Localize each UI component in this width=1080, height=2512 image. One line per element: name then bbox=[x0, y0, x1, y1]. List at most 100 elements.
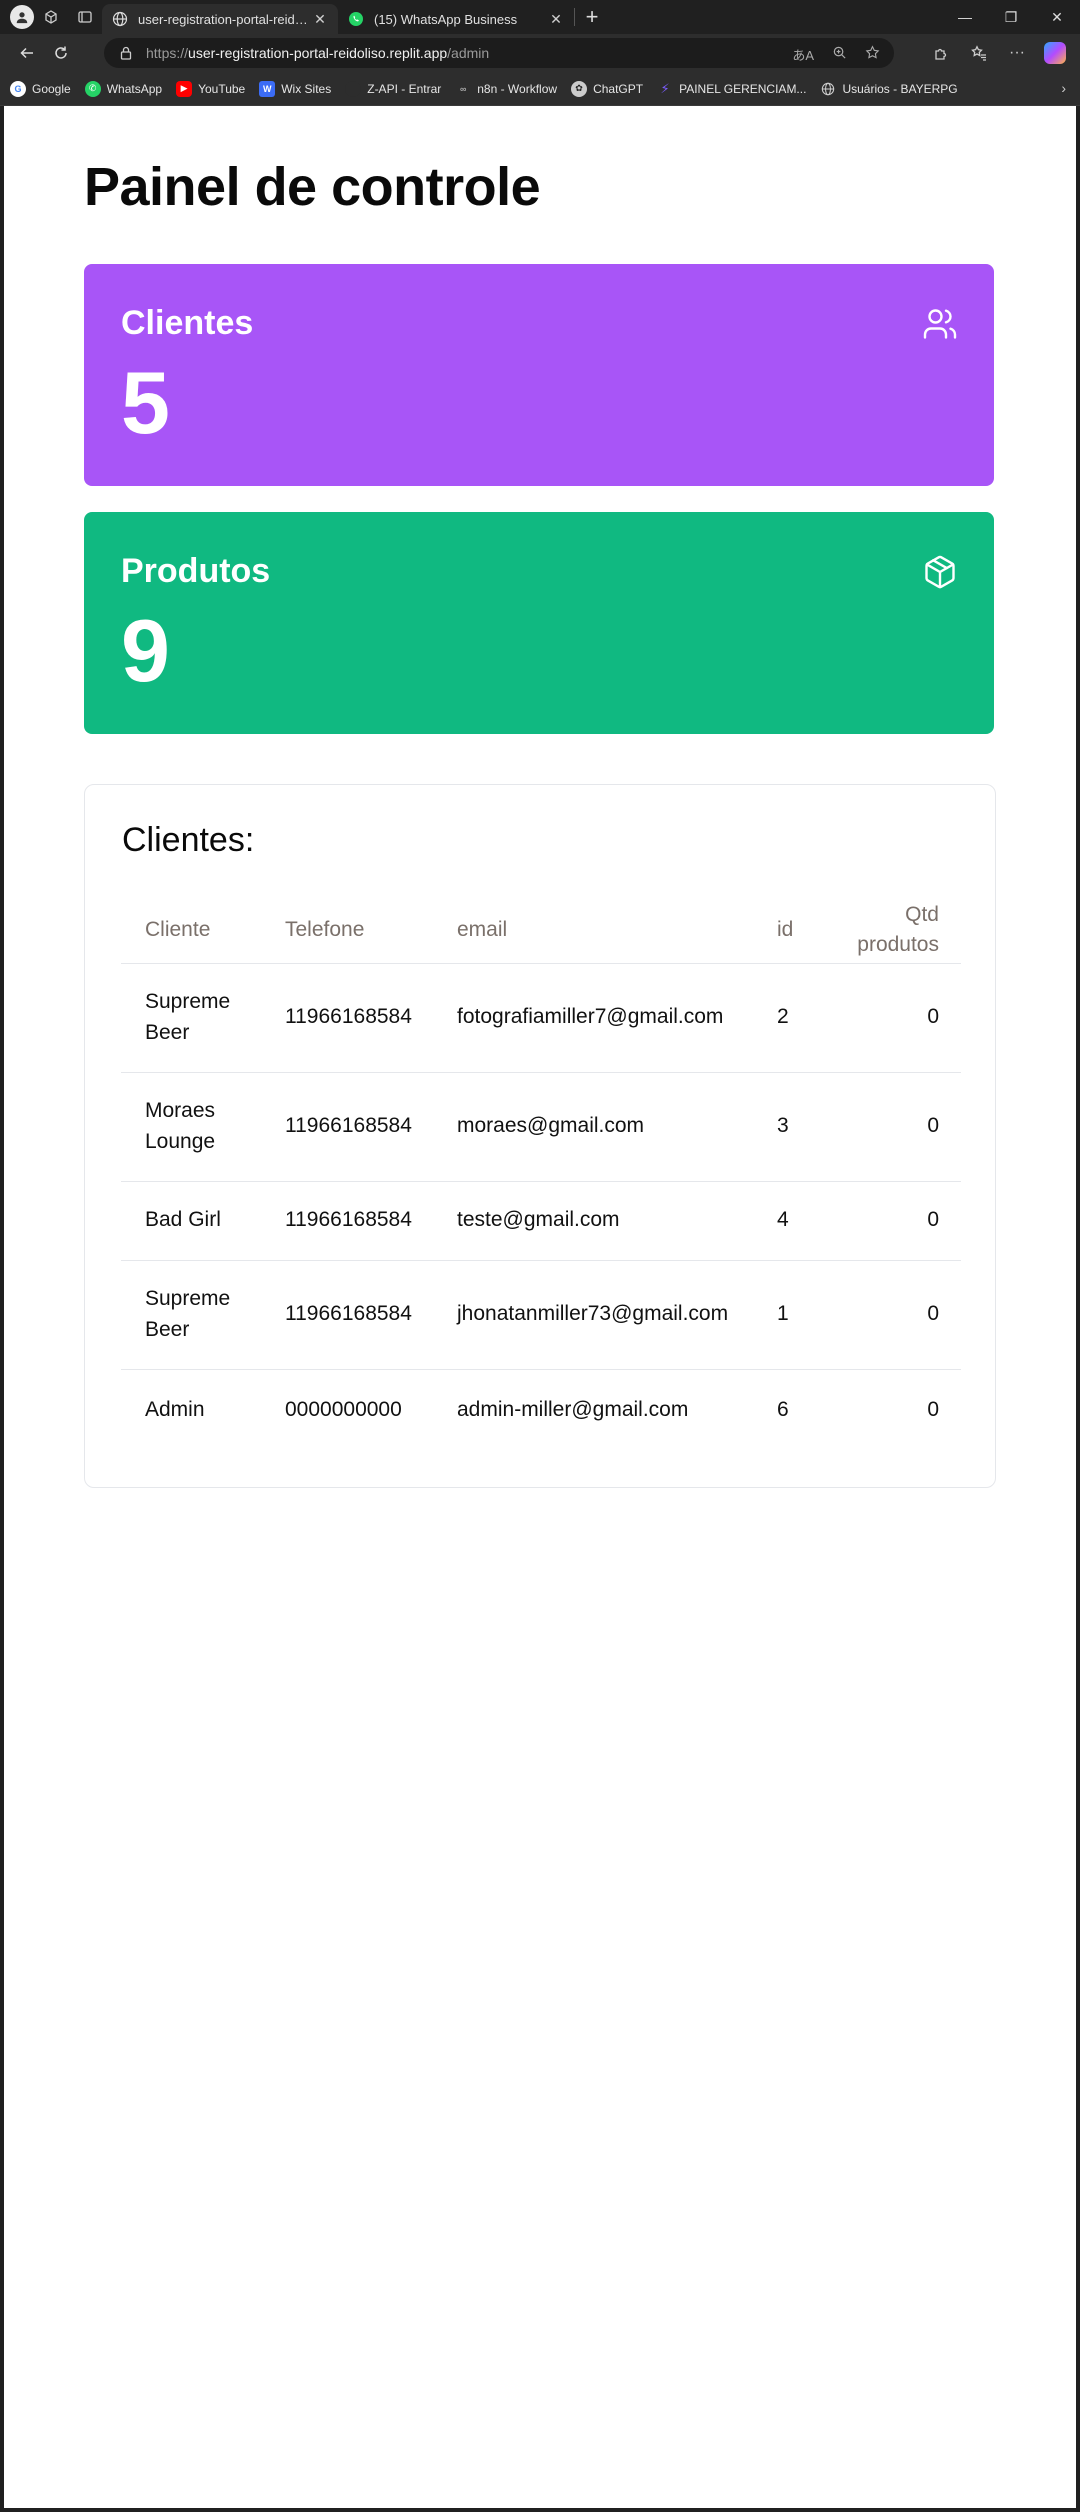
profile-avatar-icon[interactable] bbox=[10, 5, 34, 29]
translate-icon[interactable]: あA bbox=[792, 45, 814, 64]
bookmark-n8n[interactable]: ∞ n8n - Workflow bbox=[455, 81, 557, 97]
package-icon bbox=[925, 555, 955, 589]
tab-actions-icon[interactable] bbox=[68, 0, 102, 34]
more-options-icon[interactable]: ··· bbox=[1000, 36, 1034, 70]
table-row: Admin 0000000000 admin-miller@gmail.com … bbox=[121, 1369, 961, 1451]
bookmark-painel[interactable]: ⚡ PAINEL GERENCIAM... bbox=[657, 80, 807, 97]
whatsapp-icon bbox=[348, 11, 364, 27]
tab-admin-portal[interactable]: user-registration-portal-reidoliso.repli… bbox=[102, 4, 338, 34]
products-stat-card: Produtos 9 bbox=[84, 512, 994, 734]
cell-cliente: Bad Girl bbox=[121, 1181, 261, 1261]
refresh-icon[interactable] bbox=[44, 36, 78, 70]
column-header-qtd-produtos: Qtd produtos bbox=[823, 897, 961, 964]
bookmark-label: Wix Sites bbox=[281, 81, 332, 96]
globe-icon bbox=[820, 81, 836, 97]
bookmark-youtube[interactable]: ▶ YouTube bbox=[176, 80, 246, 97]
cell-email: fotografiamiller7@gmail.com bbox=[433, 963, 753, 1073]
bookmark-wix[interactable]: W Wix Sites bbox=[259, 80, 332, 97]
column-header-email: email bbox=[433, 897, 753, 964]
url-host: user-registration-portal-reidoliso.repli… bbox=[188, 45, 448, 61]
whatsapp-icon: ✆ bbox=[84, 80, 101, 97]
cell-id: 6 bbox=[777, 1398, 789, 1422]
window-controls: — ❐ ✕ bbox=[942, 0, 1080, 34]
workspaces-icon[interactable] bbox=[34, 0, 68, 34]
cell-qtd-produtos: 0 bbox=[823, 1072, 961, 1182]
bookmarks-bar: G Google ✆ WhatsApp ▶ YouTube W Wix Site… bbox=[0, 72, 1080, 106]
bookmark-whatsapp[interactable]: ✆ WhatsApp bbox=[84, 80, 163, 97]
cell-telefone: 11966168584 bbox=[261, 1181, 433, 1261]
cell-telefone: 11966168584 bbox=[261, 1260, 433, 1370]
close-tab-icon[interactable]: ✕ bbox=[312, 11, 328, 27]
table-row: Moraes Lounge 11966168584 moraes@gmail.c… bbox=[121, 1072, 961, 1182]
products-stat-value: 9 bbox=[121, 601, 170, 700]
products-stat-label: Produtos bbox=[121, 552, 271, 590]
url-path: /admin bbox=[447, 45, 490, 61]
column-header-cliente: Cliente bbox=[121, 897, 261, 964]
cell-cliente: Supreme Beer bbox=[121, 1260, 261, 1370]
favorites-icon[interactable] bbox=[962, 36, 996, 70]
cell-id: 4 bbox=[753, 1181, 823, 1261]
table-header-row: Cliente Telefone email id Qtd produtos bbox=[121, 897, 961, 964]
close-window-icon[interactable]: ✕ bbox=[1034, 0, 1080, 34]
cell-qtd-produtos: 0 bbox=[823, 1181, 961, 1261]
bookmark-label: ChatGPT bbox=[593, 81, 644, 96]
url-scheme: https:// bbox=[146, 45, 189, 61]
chevron-right-icon[interactable]: › bbox=[1061, 80, 1066, 96]
bookmark-usuarios[interactable]: Usuários - BAYERPG bbox=[820, 81, 958, 97]
table-row: Bad Girl 11966168584 teste@gmail.com 4 0 bbox=[121, 1181, 961, 1261]
bookmark-google[interactable]: G Google bbox=[10, 80, 71, 97]
tab-whatsapp[interactable]: (15) WhatsApp Business ✕ bbox=[338, 4, 574, 34]
clients-table-title: Clientes: bbox=[122, 821, 255, 859]
extensions-icon[interactable] bbox=[924, 36, 958, 70]
lock-icon[interactable] bbox=[118, 45, 134, 61]
column-header-telefone: Telefone bbox=[261, 897, 433, 964]
table-row: Supreme Beer 11966168584 fotografiamille… bbox=[121, 963, 961, 1073]
back-arrow-icon[interactable] bbox=[10, 36, 44, 70]
wix-icon: W bbox=[259, 80, 276, 97]
column-header-id: id bbox=[753, 897, 823, 964]
browser-tab-bar: user-registration-portal-reidoliso.repli… bbox=[0, 0, 1080, 34]
restore-icon[interactable]: ❐ bbox=[988, 0, 1034, 34]
cell-email: admin-miller@gmail.com bbox=[457, 1398, 689, 1422]
cell-email: jhonatanmiller73@gmail.com bbox=[433, 1260, 753, 1370]
address-bar[interactable]: https://user-registration-portal-reidoli… bbox=[104, 38, 894, 68]
bookmark-zapi[interactable]: Z-API - Entrar bbox=[345, 80, 441, 97]
cell-id: 1 bbox=[753, 1260, 823, 1370]
cell-id: 2 bbox=[753, 963, 823, 1073]
tab-title: (15) WhatsApp Business bbox=[374, 11, 518, 27]
cell-qtd-produtos: 0 bbox=[823, 1260, 961, 1370]
clients-table-card: Clientes: Cliente Telefone email id Qtd … bbox=[84, 784, 996, 1488]
bookmark-label: PAINEL GERENCIAM... bbox=[679, 81, 807, 96]
cell-cliente: Moraes Lounge bbox=[121, 1072, 261, 1182]
cell-cliente: Admin bbox=[145, 1398, 205, 1422]
minimize-icon[interactable]: — bbox=[942, 0, 988, 34]
bookmark-label: WhatsApp bbox=[106, 81, 163, 96]
painel-icon: ⚡ bbox=[660, 80, 670, 96]
clients-stat-label: Clientes bbox=[121, 304, 254, 342]
bookmark-label: Google bbox=[32, 81, 71, 96]
zapi-icon bbox=[345, 80, 362, 97]
bookmark-label: n8n - Workflow bbox=[477, 81, 558, 96]
copilot-icon[interactable] bbox=[1038, 36, 1072, 70]
new-tab-plus-icon[interactable]: + bbox=[575, 0, 609, 34]
youtube-icon: ▶ bbox=[176, 80, 193, 97]
favorite-star-icon[interactable] bbox=[865, 45, 880, 64]
cell-telefone: 0000000000 bbox=[285, 1398, 402, 1422]
tab-title: user-registration-portal-reidoliso.repli… bbox=[138, 11, 312, 27]
toolbar-right: ··· bbox=[924, 34, 1080, 72]
table-row: Supreme Beer 11966168584 jhonatanmiller7… bbox=[121, 1260, 961, 1370]
cell-qtd-produtos: 0 bbox=[823, 963, 961, 1073]
bookmark-chatgpt[interactable]: ✿ ChatGPT bbox=[571, 80, 644, 97]
close-tab-icon[interactable]: ✕ bbox=[548, 11, 564, 27]
bookmark-label: YouTube bbox=[198, 81, 246, 96]
cell-telefone: 11966168584 bbox=[261, 963, 433, 1073]
google-icon: G bbox=[10, 80, 26, 97]
globe-icon bbox=[112, 11, 128, 27]
page-title: Painel de controle bbox=[84, 157, 541, 217]
clients-stat-card: Clientes 5 bbox=[84, 264, 994, 486]
zoom-icon[interactable] bbox=[832, 45, 847, 64]
clients-stat-value: 5 bbox=[121, 353, 170, 452]
address-bar-actions: あA bbox=[792, 45, 880, 64]
clients-table: Cliente Telefone email id Qtd produtos S… bbox=[121, 897, 961, 1451]
browser-toolbar: https://user-registration-portal-reidoli… bbox=[0, 34, 1080, 72]
